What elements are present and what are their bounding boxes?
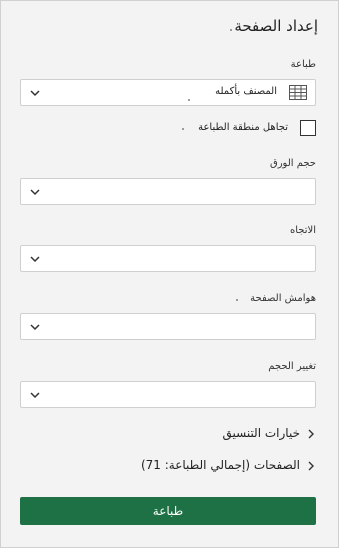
scaling-label: تغيير الحجم (268, 361, 316, 372)
chevron-down-icon (30, 256, 40, 263)
print-label: طباعة (290, 59, 316, 70)
chevron-down-icon (30, 324, 40, 331)
ignore-print-area-label: تجاهل منطقة الطباعة (198, 122, 288, 133)
decorative-dot (182, 128, 184, 130)
paper-size-dropdown[interactable] (20, 178, 316, 205)
ignore-print-area-row[interactable]: تجاهل منطقة الطباعة (20, 120, 316, 138)
decorative-dot (236, 299, 238, 301)
page-setup-panel: إعداد الصفحة طباعة المصنف بأكمله تجاهل م… (0, 0, 339, 548)
print-scope-dropdown[interactable]: المصنف بأكمله (20, 79, 316, 106)
table-grid-icon (289, 85, 307, 100)
margins-dropdown[interactable] (20, 313, 316, 340)
panel-title: إعداد الصفحة (234, 17, 318, 35)
decorative-dot (188, 99, 190, 101)
pages-expander[interactable]: الصفحات (إجمالي الطباعة: 71) (20, 458, 316, 476)
formatting-options-expander[interactable]: خيارات التنسيق (20, 426, 316, 444)
chevron-right-icon (308, 461, 314, 471)
pages-label: الصفحات (إجمالي الطباعة: 71) (140, 458, 300, 472)
formatting-options-label: خيارات التنسيق (222, 426, 300, 440)
orientation-label: الاتجاه (289, 225, 316, 236)
decorative-dot (230, 29, 232, 31)
ignore-print-area-checkbox[interactable] (300, 120, 316, 136)
chevron-down-icon (30, 392, 40, 399)
chevron-down-icon (30, 90, 40, 97)
chevron-right-icon (308, 429, 314, 439)
print-scope-value: المصنف بأكمله (215, 86, 277, 97)
orientation-dropdown[interactable] (20, 245, 316, 272)
margins-label: هوامش الصفحة (250, 293, 316, 304)
scaling-dropdown[interactable] (20, 381, 316, 408)
paper-size-label: حجم الورق (269, 158, 316, 169)
print-button[interactable]: طباعة (20, 497, 316, 525)
chevron-down-icon (30, 189, 40, 196)
